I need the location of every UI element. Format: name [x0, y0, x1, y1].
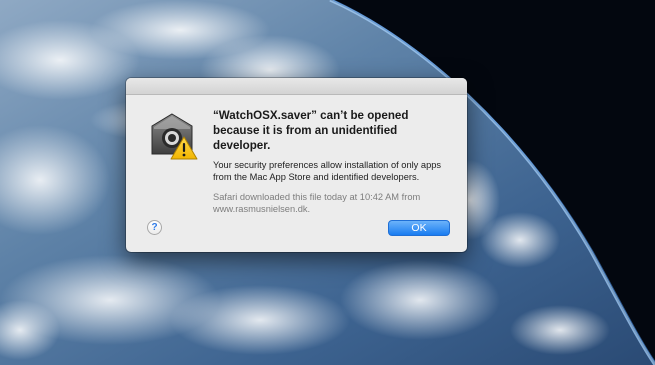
ok-button[interactable]: OK	[388, 220, 450, 236]
dialog-titlebar[interactable]	[126, 78, 467, 95]
dialog-title: “WatchOSX.saver” can’t be opened because…	[213, 109, 409, 152]
security-alert-dialog: “WatchOSX.saver” can’t be opened because…	[126, 78, 467, 252]
dialog-content: “WatchOSX.saver” can’t be opened because…	[213, 108, 455, 215]
gatekeeper-lock-icon	[151, 113, 198, 160]
download-source-note: Safari downloaded this file today at 10:…	[213, 192, 421, 214]
desktop: “WatchOSX.saver” can’t be opened because…	[0, 0, 655, 365]
help-icon: ?	[151, 222, 158, 233]
dialog-message: Your security preferences allow installa…	[213, 160, 442, 182]
help-button[interactable]: ?	[147, 220, 162, 235]
